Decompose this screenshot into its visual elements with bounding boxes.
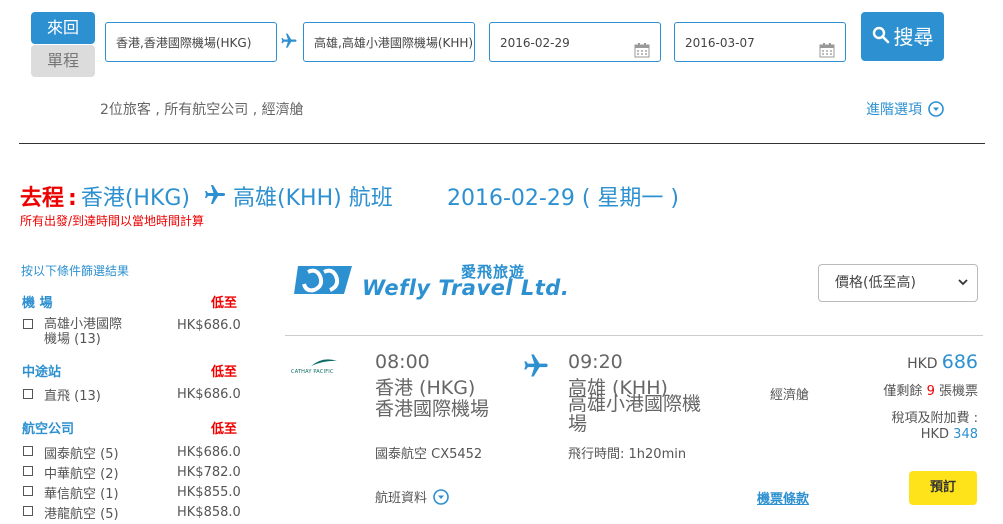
checkbox[interactable] [23,319,33,329]
cathay-brushwing-icon [311,359,337,366]
fare-rules-link[interactable]: 機票條款 [757,488,809,507]
filter-airline-price: HK$858.0 [177,505,241,520]
wefly-logo-icon [294,262,356,298]
checkbox[interactable] [23,506,33,516]
filter-stops-label: 直飛 (13) [44,389,101,404]
filter-airline-price: HK$686.0 [177,445,241,460]
filter-stops-price: HK$686.0 [177,387,241,402]
divider [285,335,983,336]
price-block: HKD 686 [907,351,978,373]
brand-en: Wefly Travel Ltd. [362,276,570,300]
lowest-label: 低至 [211,365,238,380]
plane-icon [203,183,227,213]
tax-currency: HKD [920,427,950,442]
search-summary: 2位旅客 , 所有航空公司 , 經濟艙 [100,102,304,118]
arrival-airport: 高雄小港國際機場 [568,393,702,435]
flight-duration: 飛行時間: 1h20min [568,447,687,462]
search-label: 搜尋 [893,25,934,49]
plane-icon [522,352,550,380]
heading-colon: : [68,186,77,211]
price-value: 686 [941,351,978,373]
tax-amount: HKD 348 [921,427,978,442]
divider [19,143,985,144]
plane-icon [280,32,298,50]
sort-select-value: 價格(低至高) [835,275,916,291]
checkbox[interactable] [23,466,33,476]
chevron-down-circle-icon [928,101,945,121]
flight-number: 國泰航空 CX5452 [375,447,483,462]
filter-airlines-title: 航空公司 [22,422,75,437]
price-currency: HKD [907,356,938,372]
seats-post: 張機票 [938,384,978,399]
airline-logo-text: CATHAY PACIFIC [291,369,334,375]
checkbox[interactable] [23,486,33,496]
heading-date: 2016-02-29 ( 星期一 ) [447,186,679,211]
depart-date-input[interactable]: 2016-02-29 [489,22,661,62]
return-date-input[interactable]: 2016-03-07 [674,22,846,62]
seats-pre: 僅剩餘 [883,384,923,399]
destination-input[interactable]: 高雄,高雄小港國際機場(KHH) [303,22,475,62]
tax-label: 稅項及附加費 : [891,411,978,426]
local-time-note: 所有出發/到達時間以當地時間計算 [20,214,205,228]
advanced-options-label: 進階選項 [866,102,922,118]
filter-airline-label: 國泰航空 (5) [44,447,119,462]
filter-airport-label: 高雄小港國際機場 (13) [44,317,123,347]
search-icon [872,13,890,62]
trip-round-button[interactable]: 來回 [31,12,95,44]
filter-airport-title: 機 場 [22,296,53,311]
sort-select[interactable]: 價格(低至高) [818,264,978,302]
airline-logo: CATHAY PACIFIC [291,358,345,375]
seats-count: 9 [926,384,935,399]
arrival-time: 09:20 [568,351,623,373]
chevron-down-circle-icon [433,489,449,509]
lowest-label: 低至 [211,422,238,437]
chevron-down-icon [957,266,969,302]
filter-airline-price: HK$782.0 [177,465,241,480]
trip-oneway-button[interactable]: 單程 [31,45,95,77]
return-date-value: 2016-03-07 [685,36,755,50]
filter-airline-price: HK$855.0 [177,485,241,500]
book-button[interactable]: 預訂 [909,471,977,505]
departure-airport: 香港國際機場 [375,398,490,420]
departure-time: 08:00 [375,351,430,373]
checkbox[interactable] [23,389,33,399]
depart-date-value: 2016-02-29 [500,36,570,50]
search-button[interactable]: 搜尋 [861,12,944,61]
seats-remaining: 僅剩餘 9 張機票 [883,380,978,399]
tax-value: 348 [953,427,978,442]
filter-airline-label: 中華航空 (2) [44,467,119,482]
filter-airline-label: 港龍航空 (5) [44,507,119,522]
filter-title: 按以下條件篩選結果 [21,264,130,278]
heading-prefix: 去程 [20,186,65,211]
filter-airport-price: HK$686.0 [177,318,241,333]
flight-heading: 去程: 香港(HKG) 高雄(KHH) 航班 [20,180,393,213]
lowest-label: 低至 [211,296,238,311]
heading-from: 香港(HKG) [80,186,191,211]
filter-airline-label: 華信航空 (1) [44,487,119,502]
calendar-icon[interactable] [819,34,835,58]
origin-input[interactable]: 香港,香港國際機場(HKG) [105,22,277,62]
checkbox[interactable] [23,446,33,456]
cabin-class: 經濟艙 [770,388,810,403]
filter-stops-title: 中途站 [22,365,62,380]
flight-details-toggle[interactable]: 航班資料 [375,487,449,509]
advanced-options-link[interactable]: 進階選項 [866,99,945,121]
calendar-icon[interactable] [634,34,650,58]
heading-to: 高雄(KHH) 航班 [233,186,393,211]
flight-details-label: 航班資料 [375,491,428,506]
